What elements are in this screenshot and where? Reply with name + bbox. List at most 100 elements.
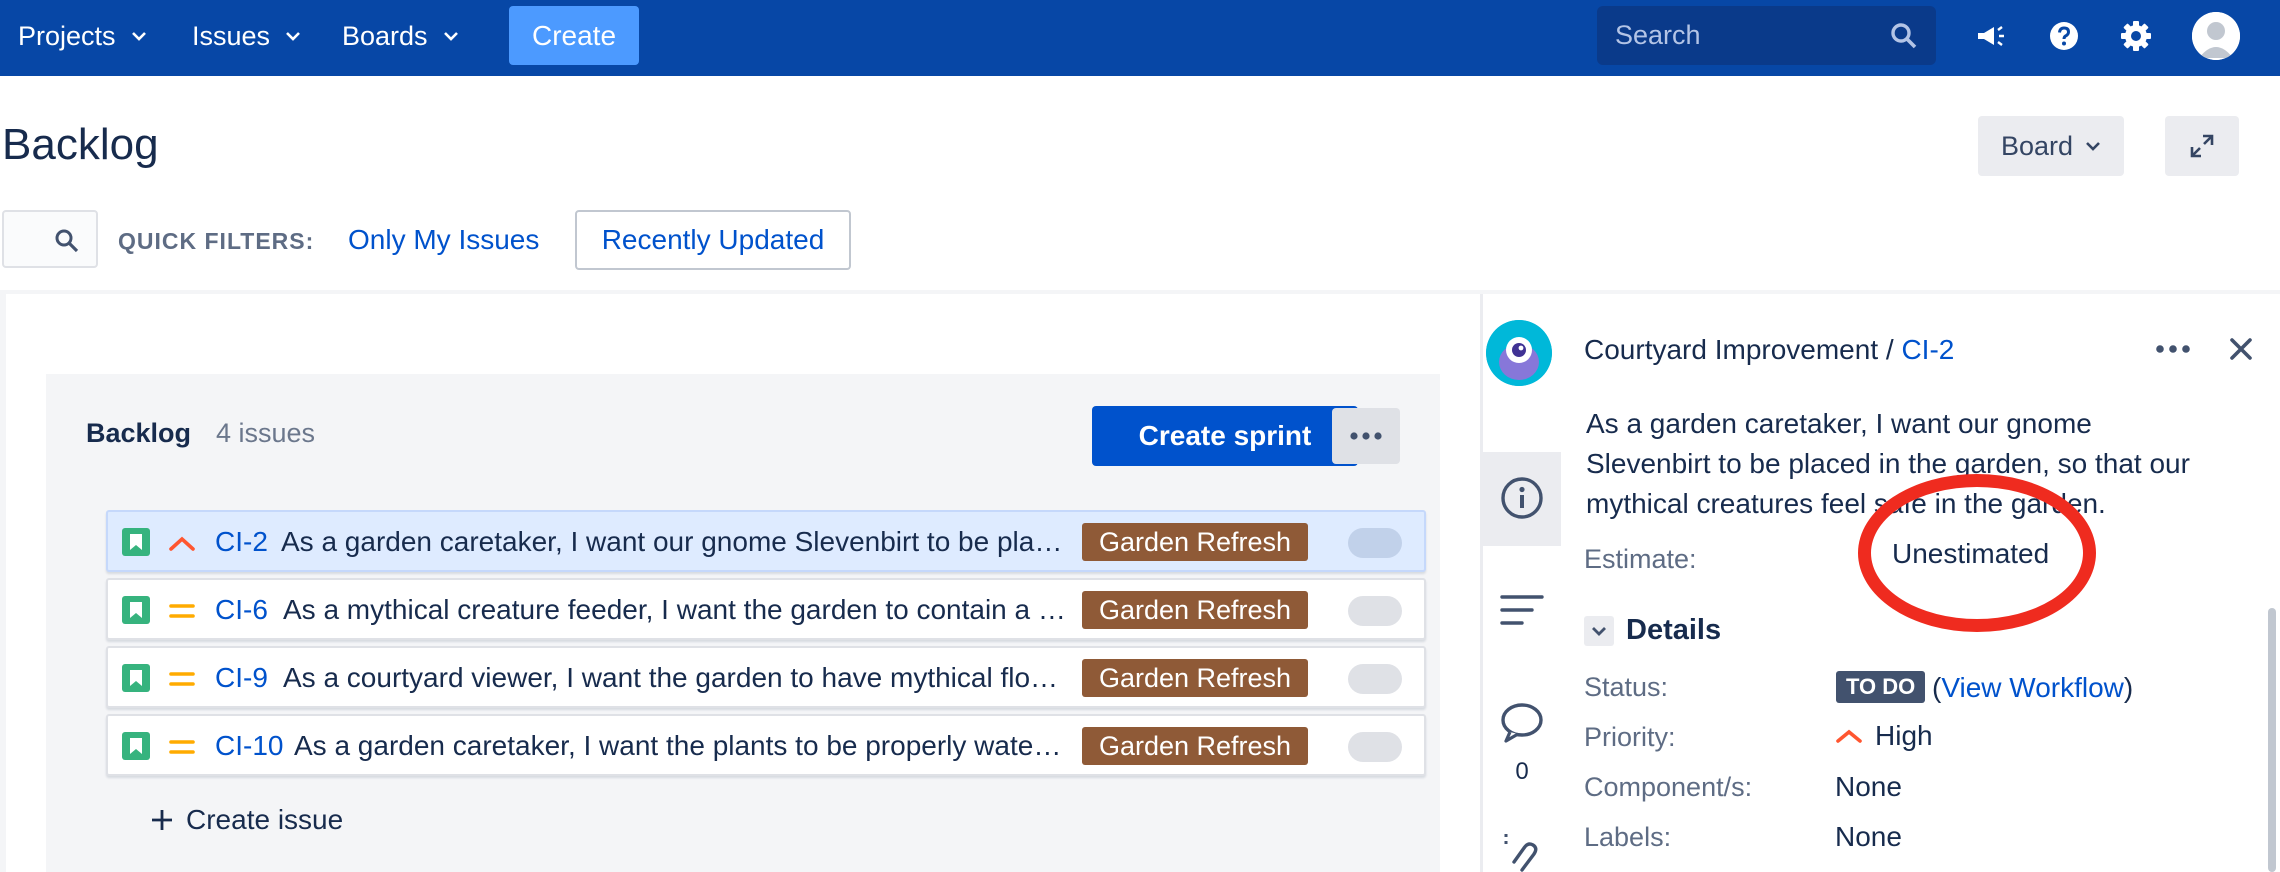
view-workflow-link[interactable]: View Workflow	[1941, 672, 2124, 703]
labels-value[interactable]: None	[1835, 821, 1902, 853]
priority-medium-icon	[169, 740, 195, 754]
issue-row[interactable]: CI-9 As a courtyard viewer, I want the g…	[106, 646, 1426, 708]
estimate-label: Estimate:	[1584, 544, 1697, 574]
story-icon	[122, 732, 150, 760]
gear-icon[interactable]	[2118, 18, 2154, 54]
status-badge[interactable]: TO DO	[1836, 671, 1926, 703]
help-icon[interactable]	[2046, 18, 2082, 54]
detail-more-button[interactable]	[2154, 334, 2192, 369]
chevron-down-icon	[1584, 615, 1614, 646]
components-label: Component/s:	[1584, 772, 1753, 802]
close-button[interactable]	[2226, 334, 2256, 369]
expand-icon	[2190, 134, 2214, 158]
chevron-down-icon	[286, 32, 300, 41]
divider	[0, 294, 6, 872]
detail-scrollbar[interactable]	[2268, 608, 2276, 872]
issue-row[interactable]: CI-2 As a garden caretaker, I want our g…	[106, 510, 1426, 572]
annotation-circle	[1858, 474, 2096, 632]
user-avatar[interactable]	[2192, 12, 2240, 60]
filter-only-my-issues[interactable]: Only My Issues	[348, 224, 539, 256]
story-icon	[122, 528, 150, 556]
issue-summary: As a mythical creature feeder, I want th…	[283, 594, 1069, 625]
filter-recently-updated[interactable]: Recently Updated	[575, 210, 851, 270]
nav-projects[interactable]: Projects	[18, 0, 148, 72]
backlog-title: Backlog	[86, 418, 192, 448]
components-value[interactable]: None	[1835, 771, 1902, 803]
filter-search-input[interactable]	[2, 210, 98, 268]
issue-row[interactable]: CI-10 As a garden caretaker, I want the …	[106, 714, 1426, 776]
priority-text: High	[1875, 720, 1933, 751]
workflow-open-paren: (	[1932, 672, 1942, 703]
workflow-text: (View Workflow)	[1932, 672, 2133, 704]
plus-icon	[152, 810, 172, 830]
divider	[0, 290, 2280, 294]
chevron-down-icon	[2086, 142, 2100, 151]
create-issue-button[interactable]: Create issue	[150, 804, 343, 836]
search-input[interactable]: Search	[1597, 6, 1936, 65]
epic-badge: Garden Refresh	[1082, 591, 1308, 629]
issue-summary: As a garden caretaker, I want our gnome …	[281, 526, 1069, 557]
backlog-more-button[interactable]	[1332, 408, 1400, 464]
details-section-header[interactable]: Details	[1584, 614, 1721, 647]
expand-button[interactable]	[2165, 116, 2239, 176]
priority-medium-icon	[169, 604, 195, 618]
epic-badge: Garden Refresh	[1082, 523, 1308, 561]
close-icon	[2230, 338, 2252, 360]
project-name[interactable]: Courtyard Improvement	[1584, 334, 1878, 365]
priority-medium-icon	[169, 672, 195, 686]
create-button[interactable]: Create	[509, 6, 639, 65]
detail-breadcrumb: Courtyard Improvement / CI-2	[1584, 334, 1954, 366]
search-placeholder: Search	[1615, 20, 1701, 50]
epic-badge: Garden Refresh	[1082, 659, 1308, 697]
status-label: Status:	[1584, 672, 1669, 702]
megaphone-icon[interactable]	[1972, 18, 2008, 54]
backlog-container: Backlog 4 issues Create sprint CI-2 As a…	[46, 374, 1440, 872]
story-icon	[122, 664, 150, 692]
estimate-badge	[1348, 528, 1402, 558]
issue-count: 4 issues	[216, 418, 316, 448]
issue-key[interactable]: CI-6	[215, 594, 268, 626]
project-avatar[interactable]	[1486, 320, 1552, 386]
estimate-badge	[1348, 732, 1402, 762]
board-button-label: Board	[2000, 130, 2074, 161]
issue-row[interactable]: CI-6 As a mythical creature feeder, I wa…	[106, 578, 1426, 640]
search-icon	[1891, 23, 1917, 49]
detail-issue-key[interactable]: CI-2	[1901, 334, 1954, 365]
epic-badge: Garden Refresh	[1082, 727, 1308, 765]
labels-label: Labels:	[1584, 822, 1672, 852]
chevron-down-icon	[131, 32, 146, 41]
issue-summary: As a courtyard viewer, I want the garden…	[283, 662, 1069, 693]
comment-count: 0	[1515, 758, 1529, 785]
estimate-badge	[1348, 596, 1402, 626]
more-icon	[1350, 432, 1382, 440]
user-icon	[2192, 12, 2240, 60]
nav-boards-label: Boards	[342, 20, 428, 51]
estimate-badge	[1348, 664, 1402, 694]
page-title: Backlog	[2, 120, 159, 169]
top-navigation: Projects Issues Boards Create Search	[0, 0, 2280, 76]
priority-value[interactable]: High	[1835, 720, 1933, 752]
workflow-close-paren: )	[2123, 672, 2134, 703]
breadcrumb-separator: /	[1878, 334, 1902, 365]
issue-key[interactable]: CI-2	[215, 526, 268, 558]
issue-key[interactable]: CI-9	[215, 662, 268, 694]
nav-issues[interactable]: Issues	[192, 0, 302, 72]
comment-icon[interactable]	[1498, 698, 1546, 746]
info-icon[interactable]	[1498, 474, 1546, 522]
priority-high-icon	[169, 536, 195, 551]
attachment-icon[interactable]	[1498, 832, 1546, 872]
nav-boards[interactable]: Boards	[342, 0, 460, 72]
monster-icon	[1486, 320, 1552, 386]
priority-high-icon	[1836, 729, 1862, 743]
issue-key[interactable]: CI-10	[215, 730, 283, 762]
create-sprint-button[interactable]: Create sprint	[1092, 406, 1358, 466]
chevron-down-icon	[443, 32, 458, 41]
nav-projects-label: Projects	[18, 20, 116, 51]
board-dropdown-button[interactable]: Board	[1978, 116, 2124, 176]
create-issue-label: Create issue	[186, 804, 344, 835]
search-icon	[55, 229, 79, 253]
quick-filters-label: QUICK FILTERS:	[118, 228, 315, 254]
story-icon	[122, 596, 150, 624]
sort-lines-icon[interactable]	[1498, 586, 1546, 634]
details-heading: Details	[1626, 614, 1722, 646]
